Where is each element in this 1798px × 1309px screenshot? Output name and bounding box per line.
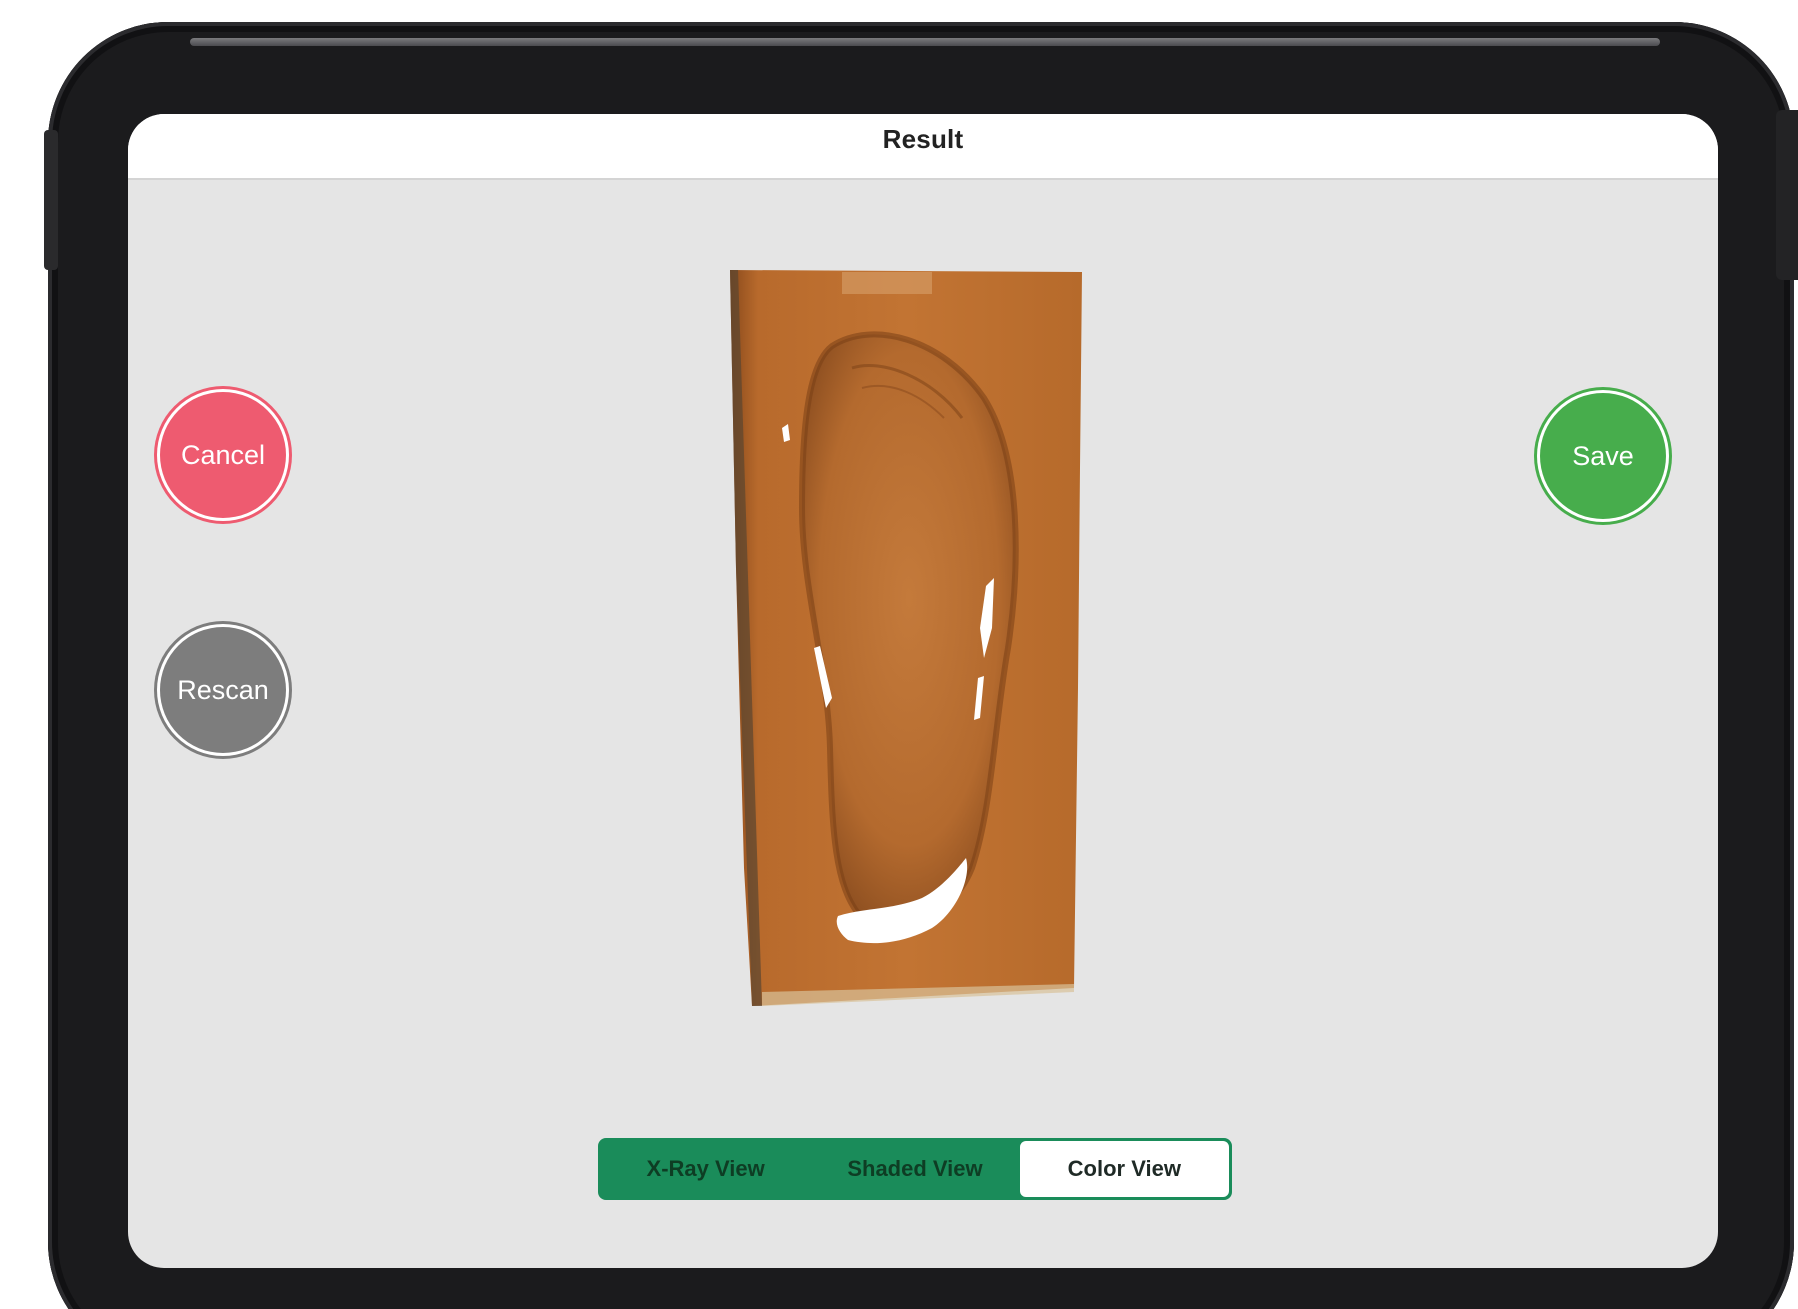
tablet-camera-bump [1776, 110, 1798, 280]
navigation-bar: Result [128, 114, 1718, 180]
foot-scan-image [730, 270, 1082, 1006]
tab-shaded-view[interactable]: Shaded View [810, 1141, 1019, 1197]
tab-color-view[interactable]: Color View [1019, 1141, 1229, 1197]
save-button[interactable]: Save [1540, 393, 1666, 519]
tablet-side-button [44, 130, 58, 270]
cancel-button-label: Cancel [180, 439, 266, 470]
page: Result Cancel Rescan Save X-Ray View Sha… [0, 0, 1798, 1309]
page-title: Result [882, 124, 964, 154]
view-mode-segmented-control: X-Ray View Shaded View Color View [598, 1138, 1232, 1200]
tab-xray-view[interactable]: X-Ray View [601, 1141, 810, 1197]
app-screen: Result Cancel Rescan Save X-Ray View Sha… [128, 114, 1718, 1268]
save-button-label: Save [1572, 440, 1634, 471]
rescan-button[interactable]: Rescan [160, 627, 286, 753]
tablet-top-edge [190, 38, 1660, 46]
cancel-button[interactable]: Cancel [160, 392, 286, 518]
rescan-button-label: Rescan [177, 674, 269, 705]
